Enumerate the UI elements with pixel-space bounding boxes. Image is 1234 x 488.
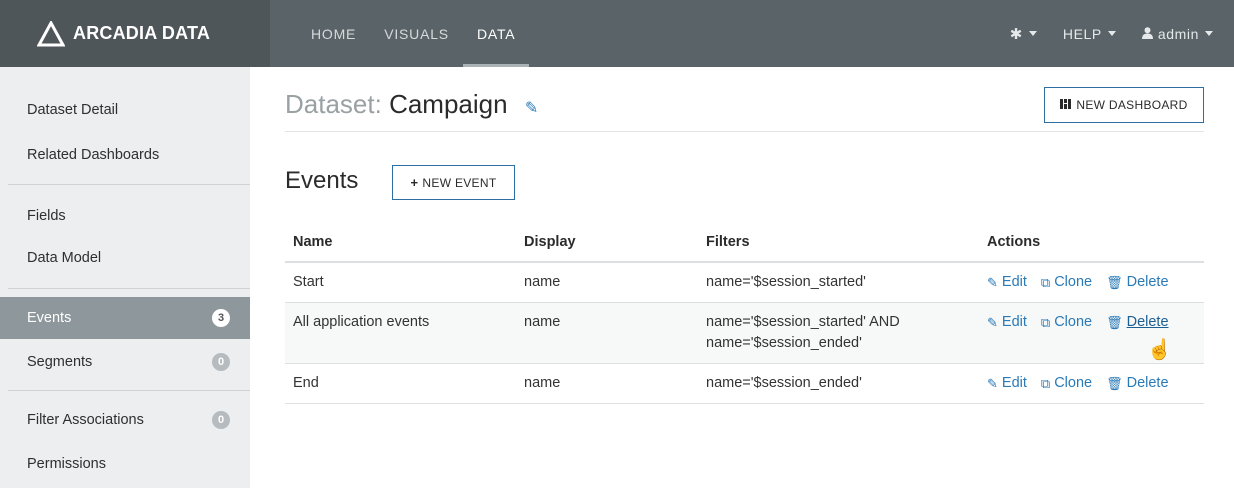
gear-icon: ✱: [1009, 25, 1023, 43]
help-menu[interactable]: HELP: [1050, 26, 1129, 42]
event-filters: name='$session_ended': [698, 363, 979, 404]
sidebar-item-label: Segments: [27, 354, 93, 370]
page-title: Dataset: Campaign ✎: [285, 89, 538, 120]
sidebar-item-label: Fields: [27, 208, 66, 224]
sidebar-item-label: Dataset Detail: [27, 102, 119, 118]
title-divider: [285, 131, 1204, 132]
trash-icon: 🗑: [1106, 275, 1123, 290]
plus-icon: +: [410, 175, 419, 190]
event-display: name: [516, 363, 698, 404]
sidebar-divider: [8, 390, 250, 391]
filter-line: name='$session_started': [706, 274, 866, 290]
sidebar-item-label: Filter Associations: [27, 412, 144, 428]
new-dashboard-button[interactable]: NEW DASHBOARD: [1044, 87, 1204, 123]
sidebar-item-fields[interactable]: Fields: [0, 195, 250, 237]
event-display: name: [516, 262, 698, 303]
sidebar-item-label: Permissions: [27, 456, 106, 472]
edit-link[interactable]: ✎ Edit: [987, 373, 1027, 394]
count-badge: 0: [212, 411, 230, 429]
chevron-down-icon: [1107, 31, 1116, 36]
sidebar-item-dataset-detail[interactable]: Dataset Detail: [0, 89, 250, 131]
sidebar-item-label: Related Dashboards: [27, 147, 160, 163]
new-event-button[interactable]: + NEW EVENT: [392, 165, 515, 200]
event-name: Start: [285, 262, 516, 303]
event-display: name: [516, 302, 698, 364]
sidebar-item-filter-associations[interactable]: Filter Associations 0: [0, 399, 250, 441]
column-header-name: Name: [285, 222, 516, 263]
sidebar-item-permissions[interactable]: Permissions: [0, 443, 250, 485]
pencil-icon: ✎: [987, 376, 998, 391]
edit-link[interactable]: ✎ Edit: [987, 272, 1027, 293]
filter-line: name='$session_ended': [706, 335, 862, 351]
pencil-icon: ✎: [987, 275, 998, 290]
brand-name: ARCADIA DATA: [73, 23, 211, 43]
sidebar: Dataset Detail Related Dashboards Fields…: [0, 67, 250, 488]
sidebar-item-label: Events: [27, 310, 72, 326]
user-icon: [1141, 26, 1153, 42]
sidebar-item-data-model[interactable]: Data Model: [0, 237, 250, 279]
event-filters: name='$session_started': [698, 262, 979, 303]
new-dashboard-label: NEW DASHBOARD: [1076, 98, 1188, 112]
nav-visuals[interactable]: VISUALS: [370, 0, 463, 67]
nav-data[interactable]: DATA: [462, 0, 530, 67]
chevron-down-icon: [1205, 31, 1213, 36]
events-table: Name Display Filters Actions Start name …: [285, 222, 1204, 404]
sidebar-divider: [8, 288, 250, 289]
hand-pointer-icon: ☝: [1147, 339, 1172, 361]
count-badge: 0: [212, 353, 230, 371]
clone-link[interactable]: ⧉ Clone: [1041, 312, 1092, 333]
column-header-filters: Filters: [698, 222, 979, 263]
table-header-row: Name Display Filters Actions: [285, 222, 1204, 263]
sidebar-item-segments[interactable]: Segments 0: [0, 341, 250, 383]
clone-link[interactable]: ⧉ Clone: [1041, 373, 1092, 394]
dashboard-grid-icon: [1060, 98, 1072, 112]
new-event-label: NEW EVENT: [422, 175, 497, 190]
main-nav: HOME VISUALS DATA: [297, 0, 530, 67]
top-navbar: ARCADIA DATA HOME VISUALS DATA ✱ HELP ad…: [0, 0, 1234, 67]
nav-right: ✱ HELP admin: [997, 0, 1234, 67]
pencil-icon[interactable]: ✎: [525, 98, 538, 118]
events-heading: Events: [285, 167, 359, 194]
pencil-icon: ✎: [987, 315, 998, 330]
delete-link[interactable]: 🗑 Delete: [1106, 373, 1168, 394]
sidebar-item-label: Data Model: [27, 250, 102, 266]
clone-icon: ⧉: [1040, 275, 1051, 290]
trash-icon: 🗑: [1106, 376, 1123, 391]
event-filters: name='$session_started' AND name='$sessi…: [698, 302, 979, 364]
brand-logo[interactable]: ARCADIA DATA: [0, 0, 270, 67]
trash-icon: 🗑: [1106, 315, 1123, 330]
nav-home[interactable]: HOME: [297, 0, 370, 67]
clone-icon: ⧉: [1040, 315, 1051, 330]
column-header-actions: Actions: [979, 222, 1204, 263]
help-label: HELP: [1062, 25, 1102, 42]
column-header-display: Display: [516, 222, 698, 263]
settings-menu[interactable]: ✱: [997, 25, 1050, 43]
clone-link[interactable]: ⧉ Clone: [1041, 272, 1092, 293]
user-label: admin: [1157, 25, 1199, 42]
filter-line: name='$session_started' AND: [706, 314, 900, 330]
row-actions: ✎ Edit ⧉ Clone 🗑 Delete: [979, 262, 1204, 303]
sidebar-item-related-dashboards[interactable]: Related Dashboards: [0, 134, 250, 176]
edit-link[interactable]: ✎ Edit: [987, 312, 1027, 333]
clone-icon: ⧉: [1040, 376, 1051, 391]
triangle-logo-icon: [37, 20, 65, 46]
table-row: Start name name='$session_started' ✎ Edit…: [285, 262, 1204, 303]
sidebar-item-events[interactable]: Events 3: [0, 297, 250, 339]
sidebar-divider: [8, 184, 250, 185]
row-actions: ✎ Edit ⧉ Clone 🗑 Delete: [979, 363, 1204, 404]
user-menu[interactable]: admin: [1129, 26, 1226, 42]
delete-link[interactable]: 🗑 Delete: [1106, 312, 1168, 333]
delete-link[interactable]: 🗑 Delete: [1106, 272, 1168, 293]
chevron-down-icon: [1028, 31, 1037, 36]
title-prefix: Dataset:: [285, 89, 382, 119]
table-row: All application events name name='$sessi…: [285, 302, 1204, 364]
table-row: End name name='$session_ended' ✎ Edit ⧉ Cl…: [285, 363, 1204, 404]
event-name: End: [285, 363, 516, 404]
count-badge: 3: [212, 309, 230, 327]
dataset-name: Campaign: [389, 89, 508, 119]
filter-line: name='$session_ended': [706, 375, 862, 391]
event-name: All application events: [285, 302, 516, 364]
